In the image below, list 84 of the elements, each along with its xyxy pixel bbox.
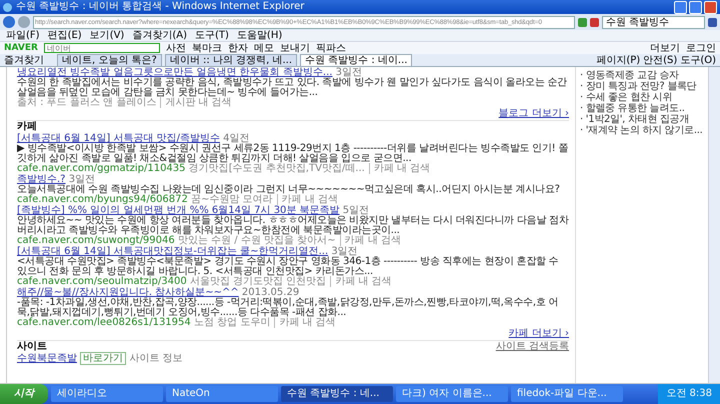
menu-item[interactable]: 보기(V)	[90, 30, 124, 41]
cafe-board: 꿈~수원맘 모여라	[191, 194, 278, 205]
site-info-link[interactable]: 사이트 정보	[129, 353, 183, 364]
result-title[interactable]: [서특공대 6월 14일] 서특공대맛집정보-더위잡는 쿨~한먹거리열전...	[17, 246, 328, 257]
site-register-link[interactable]: 사이트 검색등록	[496, 341, 569, 353]
section-heading: 카페	[17, 121, 38, 133]
news-link[interactable]: · 할렐중 유통한 늘려도..	[580, 103, 704, 114]
toolbar-button[interactable]: 메모	[254, 42, 274, 54]
browser-tab[interactable]: 네이트, 오늘의 톡은?	[57, 54, 162, 66]
menu-item[interactable]: 도구(T)	[195, 30, 229, 41]
scrollbar[interactable]	[708, 67, 720, 383]
command-button[interactable]: 안전(S)	[643, 55, 678, 66]
result-url[interactable]: cafe.naver.com/ggmatzip/110435	[17, 163, 186, 174]
menu-item[interactable]: 편집(E)	[48, 30, 82, 41]
news-link[interactable]: · 수세 좋은 협찬 시위	[580, 92, 704, 103]
result-snippet: 오늘서특공대에 수원 족발빙수집 나왔는데 임신중이라 그런지 너무~~~~~~~먹고싶은데 혹시..어딘지 아시는분 계시나요?	[17, 185, 561, 195]
menu-item[interactable]: 도움말(H)	[236, 30, 282, 41]
result-date: 2013.05.29	[242, 287, 300, 298]
shortcut-tag[interactable]: 바로가기	[80, 352, 126, 365]
result-date: 5일전	[342, 205, 370, 216]
search-within-link[interactable]: 카페 내 검색	[374, 163, 430, 174]
result-title[interactable]: [서특공대 6월 14일] 서특공대 맛집/족발빙수	[17, 133, 220, 144]
result-url[interactable]: cafe.naver.com/lee0826s1/131954	[17, 317, 191, 328]
toolbar-button[interactable]: 픽파스	[316, 42, 346, 54]
result-title[interactable]: 해주//물~불//장사지원입니다. 참사하실분~~^^	[17, 287, 239, 298]
browser-tab[interactable]: 네이버 :: 나의 경쟁력, 네...	[164, 54, 298, 66]
result-snippet: ▶ 빙수족발<이시방 한족발 보쌈> 수원시 권선구 세류2동 1119-29번지 1층 ----------더위를 날려버린다는 빙수족발도 인기! 쫄깃하게 삶아진 족발로 일품! 채소&겉절임 상큼한 튀김까지 더해! 살얼음을 입으로 굳으면...	[17, 144, 569, 164]
search-within-link[interactable]: 카페 내 검색	[282, 194, 338, 205]
result-url[interactable]: cafe.naver.com/seoulmatzip/3400	[17, 276, 187, 287]
taskbar-button[interactable]: 세이라디오	[51, 386, 163, 402]
more-link[interactable]: 카페 더보기 ›	[508, 328, 569, 339]
menu-item[interactable]: 즐겨찾기(A)	[132, 30, 187, 41]
result-title[interactable]: 족발빙수.?	[17, 174, 66, 185]
taskbar-button[interactable]: 다크) 여자 이름은...	[396, 386, 508, 402]
toolbar-button[interactable]: 사전	[166, 42, 186, 54]
cafe-board: 서울맛집 경기도맛집 인천맛집	[190, 276, 332, 287]
news-link[interactable]: · '1박2일', 차태현 집공개	[580, 114, 704, 125]
toolbar-button[interactable]: 로그인	[686, 42, 716, 54]
result-date: 3일전	[68, 174, 96, 185]
browser-tab[interactable]: 수원 족발빙수 : 네이...	[300, 54, 412, 66]
command-button[interactable]: 페이지(P)	[596, 55, 640, 66]
toolbar-button[interactable]: 더보기	[650, 42, 680, 54]
command-button[interactable]: 도구(O)	[680, 55, 716, 66]
result-url[interactable]: cafe.naver.com/suwongt/99046	[17, 235, 175, 246]
more-link[interactable]: 블로그 더보기 ›	[498, 108, 569, 119]
toolbar-button[interactable]: 보내기	[280, 42, 310, 54]
news-link[interactable]: · '재계약 논의 하지 않기로...	[580, 125, 704, 136]
result-title[interactable]: [족발빙수] %% 일이의 얼세먼팸 번개 %% 6월14일 7시 30분 북문족발	[17, 205, 340, 216]
result-date: 3일전	[331, 246, 358, 257]
toolbar-button[interactable]: 북마크	[192, 42, 222, 54]
result-snippet: -품목: -1차과일,생선,야채,반찬,잡곡,양장......등 -먹거리:떡볶이,순대,족발,닭강정,만두,돈까스,찐빵,타코야끼,떡,옥수수,호 어묵,닭발,돼지껍데기,뻥튀기,번데기 오징어,빙수......등 다수품목 -패션 잡화...	[17, 298, 560, 318]
clock: 오전 8:38	[666, 388, 712, 399]
cafe-board: 경기맛집[수도권 추천맛집,TV맛집/떼...	[188, 163, 370, 174]
search-within-link[interactable]: 카페 내 검색	[279, 317, 336, 328]
result-date: 3일전	[336, 67, 362, 78]
cafe-board: 맛있는 수원 / 수원 맛집을 찾아서~	[178, 235, 341, 246]
favorites-button[interactable]: 즐겨찾기	[4, 55, 44, 66]
result-title[interactable]: 수원북문족발	[17, 353, 77, 364]
result-snippet: <서특공대 수원맛집> 족발빙수<북문족발> 경기도 수원시 장안구 영화동 346-1층 ---------- 방송 직후에는 현장이 혼잡할 수 있으니 전화 문의 후 방문하시길 바랍니다. 5. <서특공대 인천맛집> 카리돈가스...	[17, 257, 560, 277]
news-link[interactable]: · 영동족제종 교감 승자	[580, 70, 704, 81]
result-snippet: 수원의 한 족발집에서는 비수기를 공략한 음식, 족발빙수가 뜨고 있다. 족발에 빙수가 웬 말인가 싶다가도 음식이 올라오는 순간 살얼음을 뒤덮인 모습에 감탄을 금치 못한다는데~ 빙수에 들어가는...	[17, 78, 568, 98]
search-within-link[interactable]: 게시판 내 검색	[165, 97, 232, 108]
menu-item[interactable]: 파일(F)	[6, 30, 40, 41]
result-url[interactable]: cafe.naver.com/byungs94/606872	[17, 194, 188, 205]
toolbar-search-field[interactable]: 네이버	[44, 43, 160, 53]
cafe-board: 노점 창업 도우미	[194, 317, 276, 328]
back-button[interactable]	[3, 16, 15, 28]
section-heading: 사이트	[17, 341, 47, 353]
taskbar-button[interactable]: filedok-파일 다운...	[511, 386, 623, 402]
taskbar-button[interactable]: 수원 족발빙수 : 네...	[281, 386, 393, 402]
result-source: 출처 : 푸드 플러스 앤 플레이스	[17, 97, 162, 108]
result-snippet: 안녕하세요~~ 맛있는 수원에 항상 여러분들 찾아옵니다. ㅎㅎㅎ어제오늘은 비왔지만 낼부터는 다시 더워진다니까 다음날 점차 버리시라고 족발빙수와 우족빙이로 해를 차워보자구요~한참전에 북문족발이라는곳이...	[17, 216, 569, 236]
search-within-link[interactable]: 카페 내 검색	[335, 276, 392, 287]
close-button[interactable]	[704, 0, 717, 14]
search-within-link[interactable]: 카페 내 검색	[344, 235, 401, 246]
search-field[interactable]: 수원 족발빙수	[602, 16, 705, 28]
news-link[interactable]: · 장미 특징과 전망? 블록단	[580, 81, 704, 92]
window-title: 수원 족발빙수 : 네이버 통합검색 - Windows Internet Explorer	[16, 1, 304, 13]
taskbar-button[interactable]: NateOn	[166, 386, 278, 402]
result-date: 4일전	[223, 133, 250, 144]
minimize-button[interactable]	[674, 0, 687, 14]
result-title[interactable]: 냉요리열전 빙수족발 얼음그릇으로만든 얼음냉면 한우물회 족발빙수...	[17, 67, 332, 78]
toolbar-button[interactable]: 한자	[228, 42, 248, 54]
maximize-button[interactable]	[689, 0, 702, 14]
